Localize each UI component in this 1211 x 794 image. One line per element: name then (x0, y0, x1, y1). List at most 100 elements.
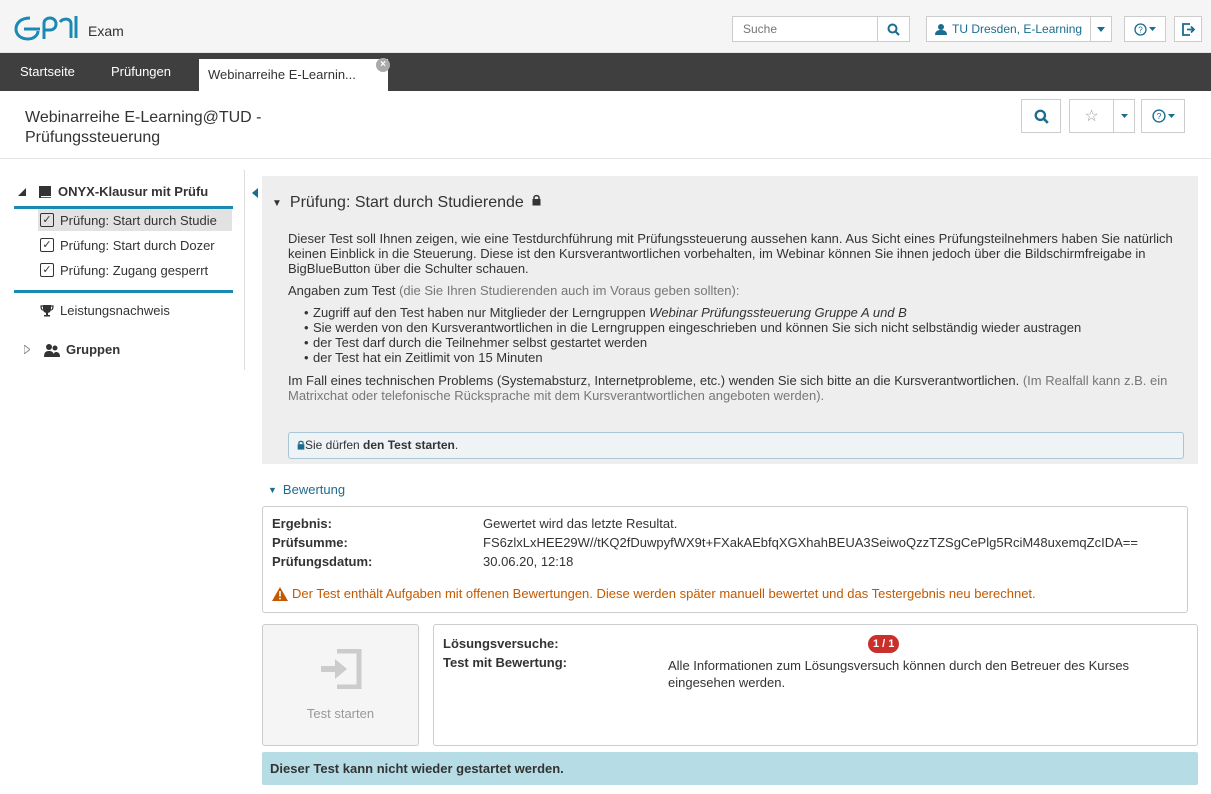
course-tree: ONYX-Klausur mit Prüfu ✓ Prüfung: Start … (0, 170, 245, 370)
test-details-list: Zugriff auf den Test haben nur Mitgliede… (304, 305, 1178, 365)
global-search (732, 16, 910, 42)
warning-text: Der Test enthält Aufgaben mit offenen Be… (292, 586, 1036, 601)
user-menu[interactable]: TU Dresden, E-Learning (926, 16, 1113, 42)
ergebnis-value: Gewertet wird das letzte Resultat. (483, 516, 678, 531)
collapse-triangle-icon: ▼ (272, 197, 282, 209)
global-search-input[interactable] (733, 17, 877, 41)
panel-title[interactable]: ▼ Prüfung: Start durch Studierende (272, 194, 541, 212)
user-name: TU Dresden, E-Learning (952, 22, 1083, 36)
course-help-button[interactable]: ? (1141, 99, 1185, 133)
tree-active-line (14, 290, 233, 293)
caret-down-icon (1149, 27, 1156, 31)
angaben-label: Angaben zum Test (288, 283, 396, 298)
svg-text:?: ? (1156, 111, 1161, 121)
logo-exam-label: Exam (88, 23, 124, 39)
lock-icon (532, 194, 541, 206)
user-icon (935, 23, 947, 35)
notice-suffix: . (454, 438, 459, 452)
bullet-emphasis: Webinar Prüfungssteuerung Gruppe A und B (649, 305, 907, 320)
list-item: Sie werden von den Kursverantwortlichen … (304, 320, 1178, 335)
datum-label: Prüfungsdatum: (272, 554, 373, 569)
course-element-panel: ▼ Prüfung: Start durch Studierende Diese… (262, 176, 1198, 464)
opal-logo-icon (14, 16, 78, 41)
open-evaluation-warning: Der Test enthält Aufgaben mit offenen Be… (272, 586, 1036, 601)
tree-item-start-studierende[interactable]: ✓ Prüfung: Start durch Studie (38, 209, 232, 231)
tree-node-onyx-klausur[interactable]: ONYX-Klausur mit Prüfu (18, 184, 240, 199)
svg-text:?: ? (1138, 25, 1143, 34)
bewertung-box: Ergebnis: Gewertet wird das letzte Resul… (262, 506, 1188, 613)
top-bar: Exam TU Dresden, E-Learning ? (0, 0, 1211, 53)
checkbox-icon: ✓ (40, 238, 54, 252)
tree-item-label: Prüfung: Start durch Studie (60, 212, 217, 228)
tree-item-leistungsnachweis[interactable]: Leistungsnachweis (40, 299, 234, 321)
test-bewertung-value: Alle Informationen zum Lösungsversuch kö… (668, 658, 1130, 690)
ergebnis-label: Ergebnis: (272, 516, 332, 531)
opal-logo[interactable]: Exam (14, 8, 124, 44)
bookmark-menu: ☆ (1069, 99, 1135, 133)
tree-node-label: Gruppen (66, 342, 121, 357)
test-start-label: Test starten (306, 706, 375, 721)
star-icon[interactable]: ☆ (1070, 100, 1114, 132)
attempt-info-box: Lösungsversuche: 1 / 1 Test mit Bewertun… (433, 624, 1198, 746)
expand-triangle-icon[interactable] (24, 345, 30, 354)
caret-down-icon (1097, 26, 1106, 32)
checkbox-icon: ✓ (40, 213, 54, 227)
bewertung-toggle-label: Bewertung (282, 482, 346, 497)
checkbox-icon: ✓ (40, 263, 54, 277)
search-icon (887, 23, 900, 36)
notice-bold: den Test starten (363, 438, 455, 452)
course-title: Webinarreihe E-Learning@TUD - Prüfungsst… (25, 109, 262, 146)
help-menu-button[interactable]: ? (1124, 16, 1166, 42)
bullet-text: Zugriff auf den Test haben nur Mitgliede… (313, 305, 650, 320)
help-icon: ? (1134, 22, 1147, 36)
bewertung-toggle[interactable]: ▼ Bewertung (268, 482, 345, 497)
bookmark-caret[interactable] (1114, 100, 1134, 132)
nav-pruefungen[interactable]: Prüfungen (111, 53, 171, 91)
main-nav: Startseite Prüfungen Webinarreihe E-Lear… (0, 53, 1211, 91)
panel-title-text: Prüfung: Start durch Studierende (289, 194, 524, 211)
tree-item-zugang-gesperrt[interactable]: ✓ Prüfung: Zugang gesperrt (40, 259, 234, 281)
caret-down-icon (1120, 114, 1128, 118)
group-icon (44, 343, 60, 357)
tree-node-label: ONYX-Klausur mit Prüfu (58, 184, 209, 199)
trophy-icon (40, 304, 54, 316)
angaben-hint: (die Sie Ihren Studierenden auch im Vora… (395, 283, 740, 298)
problem-main: Im Fall eines technischen Problems (Syst… (288, 373, 1020, 388)
tree-item-start-dozent[interactable]: ✓ Prüfung: Start durch Dozer (40, 234, 234, 256)
header-divider (0, 158, 1211, 159)
pruefsumme-value: FS6zlxLxHEE29W//tKQ2fDuwpyfWX9t+FXakAEbf… (483, 535, 1138, 550)
logout-button[interactable] (1174, 16, 1202, 42)
list-item: der Test darf durch die Teilnehmer selbs… (304, 335, 1178, 350)
test-start-button[interactable]: Test starten (262, 624, 419, 746)
tree-item-label: Prüfung: Zugang gesperrt (60, 262, 209, 278)
collapse-triangle-icon[interactable] (18, 187, 26, 196)
final-status-bar: Dieser Test kann nicht wieder gestartet … (262, 752, 1198, 785)
tree-item-label: Leistungsnachweis (60, 302, 170, 318)
datum-value: 30.06.20, 12:18 (483, 554, 574, 569)
global-search-button[interactable] (877, 17, 909, 41)
intro-text: Dieser Test soll Ihnen zeigen, wie eine … (288, 231, 1173, 276)
angaben-heading: Angaben zum Test (die Sie Ihren Studiere… (288, 283, 1178, 298)
problem-text: Im Fall eines technischen Problems (Syst… (288, 373, 1178, 403)
lock-icon (297, 440, 305, 450)
tree-item-label: Prüfung: Start durch Dozer (60, 237, 215, 253)
test-bewertung-label: Test mit Bewertung: (443, 655, 567, 670)
nav-tab-course[interactable]: Webinarreihe E-Learnin... (199, 59, 388, 91)
caret-down-icon (1167, 114, 1175, 118)
user-menu-button[interactable]: TU Dresden, E-Learning (927, 17, 1092, 41)
list-item: der Test hat ein Zeitlimit von 15 Minute… (304, 350, 1178, 365)
sidebar-collapse-icon[interactable] (252, 188, 258, 198)
nav-startseite[interactable]: Startseite (20, 53, 75, 91)
attempts-badge: 1 / 1 (868, 635, 900, 653)
search-icon (1034, 109, 1049, 124)
logout-icon (1181, 22, 1195, 36)
warning-icon (272, 586, 288, 601)
panel-body: Dieser Test soll Ihnen zeigen, wie eine … (288, 231, 1178, 410)
tree-node-gruppen[interactable]: Gruppen (24, 342, 246, 357)
book-icon (39, 185, 51, 198)
user-menu-caret[interactable] (1091, 17, 1111, 41)
collapse-triangle-icon: ▼ (268, 484, 277, 495)
course-search-button[interactable] (1021, 99, 1061, 133)
help-icon: ? (1151, 109, 1166, 123)
close-tab-icon[interactable]: × (376, 58, 390, 72)
